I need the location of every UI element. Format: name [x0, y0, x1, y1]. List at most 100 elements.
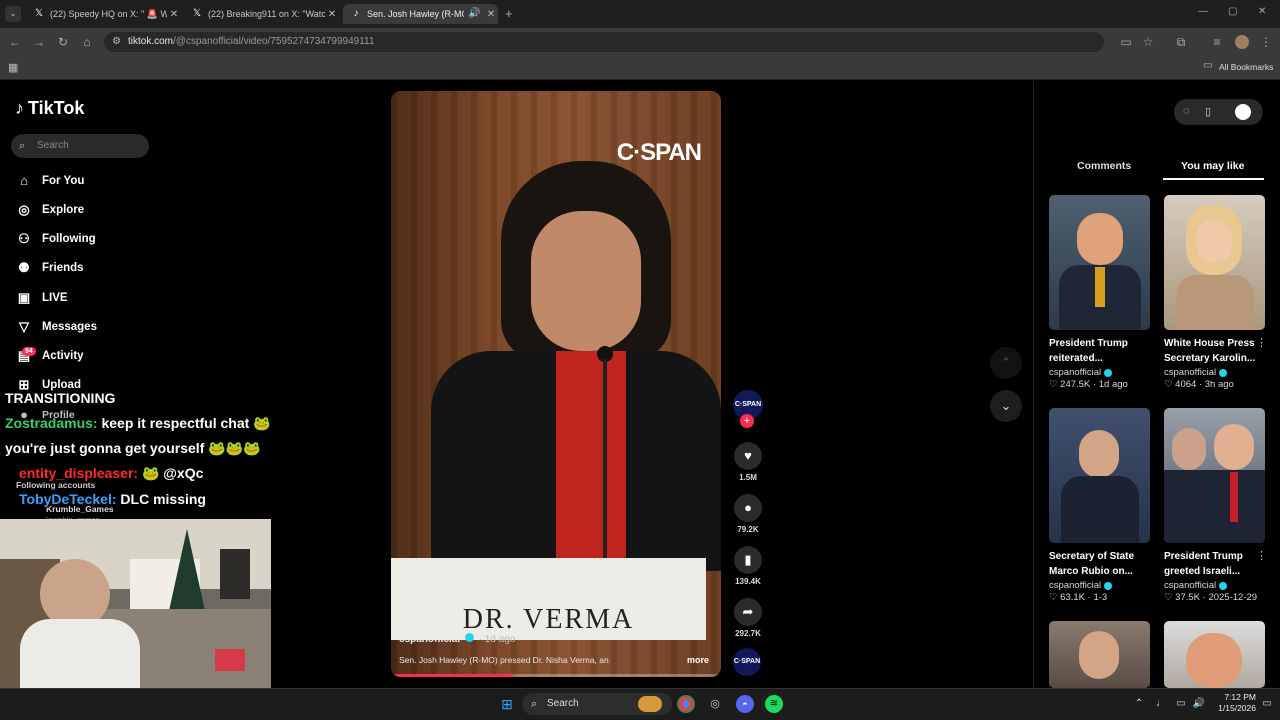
card-thumbnail — [1164, 621, 1265, 688]
forward-icon[interactable]: → — [30, 33, 48, 51]
clock-time: 7:12 PM — [1224, 692, 1256, 702]
cast-icon[interactable]: ▭ — [1117, 33, 1135, 51]
browser-tab-2[interactable]: ♪ Sen. Josh Hawley (R-MO) p 🔊 ✕ — [343, 4, 498, 24]
discord-icon[interactable]: ◓ — [736, 695, 754, 713]
recommended-card[interactable]: President Trump greeted Israeli... cspan… — [1164, 408, 1267, 603]
app-icon[interactable]: ◎ — [706, 695, 724, 713]
profile-avatar[interactable] — [1235, 35, 1249, 49]
chat-line-3: TobyDeTeckel: DLC missing — [5, 491, 206, 507]
video-progress[interactable] — [391, 674, 721, 677]
system-clock[interactable]: 7:12 PM 1/15/2026 — [1208, 692, 1256, 714]
nav-for-you[interactable]: ⌂ For You — [15, 171, 84, 191]
home-icon[interactable]: ⌂ — [78, 33, 96, 51]
video-author-name: cspanofficial — [399, 634, 461, 645]
media-icon[interactable]: ≡ — [1208, 33, 1226, 51]
tiktok-logo[interactable]: ♪ TikTok — [15, 98, 84, 119]
save-button[interactable]: ▮ 139.4K — [734, 546, 762, 586]
card-thumbnail — [1164, 408, 1265, 543]
card-likes: 4064 — [1175, 379, 1197, 390]
speaker-icon[interactable]: 🔊 — [468, 9, 480, 19]
menu-icon[interactable]: ⋮ — [1257, 33, 1275, 51]
phone-icon[interactable]: ▯ — [1205, 105, 1211, 118]
apps-grid-icon[interactable]: ▦ — [8, 61, 18, 74]
cspan-watermark: C·SPAN — [616, 139, 702, 166]
chat-user: Zostradamus: — [5, 415, 98, 431]
browser-tab-1[interactable]: 𝕏 (22) Breaking911 on X: "Watch ✕ — [184, 4, 339, 24]
all-bookmarks-link[interactable]: All Bookmarks — [1219, 62, 1273, 72]
browser-tab-0[interactable]: 𝕏 (22) Speedy HQ on X: " 🚨 WA ✕ — [26, 4, 181, 24]
chat-line-1: you're just gonna get yourself 🐸🐸🐸 — [5, 440, 261, 457]
volume-icon[interactable]: 🔊 — [1190, 695, 1208, 713]
close-icon[interactable]: ✕ — [484, 9, 498, 20]
close-icon[interactable]: ✕ — [325, 9, 339, 20]
notifications-icon[interactable]: ▭ — [1258, 695, 1276, 713]
new-tab-button[interactable]: + — [505, 6, 513, 21]
caption-more-button[interactable]: more — [687, 655, 709, 665]
like-button[interactable]: ♥ 1.5M — [734, 442, 762, 482]
taskbar-search[interactable]: ⌕ Search — [522, 693, 672, 715]
next-video-button[interactable]: ⌄ — [990, 390, 1022, 422]
tiktok-note-icon: ♪ — [15, 98, 24, 118]
nav-live[interactable]: ▣ LIVE — [15, 288, 68, 308]
active-tab-indicator — [1163, 178, 1264, 180]
tab-comments[interactable]: Comments — [1077, 160, 1131, 172]
recommended-card[interactable] — [1049, 621, 1150, 688]
microphone-icon[interactable]: ♩ — [1152, 695, 1170, 713]
nav-friends[interactable]: ⚉ Friends — [15, 258, 83, 278]
creator-avatar[interactable]: C·SPAN + — [733, 390, 763, 428]
share-button[interactable]: ➦ 292.7K — [734, 598, 762, 638]
nav-following[interactable]: ⚇ Following — [15, 229, 96, 249]
card-thumbnail — [1049, 408, 1150, 543]
bookmark-star-icon[interactable]: ☆ — [1139, 33, 1157, 51]
activity-badge: 94 — [22, 347, 36, 356]
more-options-icon[interactable]: ⋮ — [1256, 549, 1267, 562]
sound-avatar[interactable]: C·SPAN — [733, 648, 761, 676]
back-icon[interactable]: ← — [6, 33, 24, 51]
search-icon: ⌕ — [19, 140, 26, 152]
browser-tab-bar: ⌄ 𝕏 (22) Speedy HQ on X: " 🚨 WA ✕ 𝕏 (22)… — [0, 0, 1280, 28]
nav-explore[interactable]: ◎ Explore — [15, 200, 84, 220]
spotify-icon[interactable]: ≋ — [765, 695, 783, 713]
x-logo-icon: 𝕏 — [34, 8, 44, 19]
more-options-icon[interactable]: ⋮ — [1256, 336, 1267, 349]
card-author-name: cspanofficial — [1164, 367, 1217, 378]
recommended-card[interactable]: President Trump reiterated... cspanoffic… — [1049, 195, 1150, 390]
url-input[interactable]: ⚙ tiktok.com/@cspanofficial/video/759527… — [104, 32, 1104, 52]
close-icon[interactable]: ✕ — [167, 9, 181, 20]
card-author-name: cspanofficial — [1049, 367, 1102, 378]
toggle-icon[interactable] — [1235, 104, 1251, 120]
nav-label: Activity — [42, 350, 84, 362]
maximize-icon[interactable]: ▢ — [1228, 6, 1237, 17]
nav-messages[interactable]: ▽ Messages — [15, 317, 97, 337]
video-player[interactable]: C·SPAN DR. VERMA cspanofficial · 1d ago … — [391, 91, 721, 677]
tab-title: (22) Speedy HQ on X: " 🚨 WA — [50, 8, 167, 19]
tiktok-logo-text: TikTok — [28, 98, 85, 118]
card-ago: 2025-12-29 — [1208, 592, 1258, 603]
extensions-icon[interactable]: ⧉ — [1172, 33, 1190, 51]
recommended-card[interactable] — [1164, 621, 1265, 688]
recommended-card[interactable]: White House Press Secretary Karolin... c… — [1164, 195, 1267, 390]
site-info-icon[interactable]: ⚙ — [112, 32, 121, 52]
card-author-name: cspanofficial — [1049, 580, 1102, 591]
settings-icon[interactable]: ◌ — [1183, 105, 1190, 117]
tab-you-may-like[interactable]: You may like — [1181, 160, 1244, 172]
video-author[interactable]: cspanofficial · 1d ago — [399, 633, 515, 645]
windows-start-icon[interactable]: ⊞ — [498, 695, 516, 713]
close-window-icon[interactable]: ✕ — [1258, 6, 1266, 17]
reload-icon[interactable]: ↻ — [54, 33, 72, 51]
minimize-icon[interactable]: — — [1198, 6, 1208, 17]
tray-overflow-icon[interactable]: ⌃ — [1130, 695, 1148, 713]
url-path: /@cspanofficial/video/759527473479994911… — [173, 36, 375, 47]
share-icon: ➦ — [734, 598, 762, 626]
chrome-icon[interactable] — [677, 695, 695, 713]
recommended-card[interactable]: Secretary of State Marco Rubio on... csp… — [1049, 408, 1150, 603]
card-meta: ♡ 63.1K · 1-3 — [1049, 592, 1108, 603]
comment-button[interactable]: ● 79.2K — [734, 494, 762, 534]
previous-video-button[interactable]: ⌃ — [990, 347, 1022, 379]
verified-icon — [1219, 581, 1228, 590]
folder-icon: ▭ — [1203, 60, 1213, 71]
network-icon[interactable]: ▭ — [1172, 695, 1190, 713]
nav-label: Following — [42, 233, 96, 245]
tab-search-button[interactable]: ⌄ — [5, 6, 21, 22]
search-input[interactable]: ⌕ Search — [11, 134, 149, 158]
